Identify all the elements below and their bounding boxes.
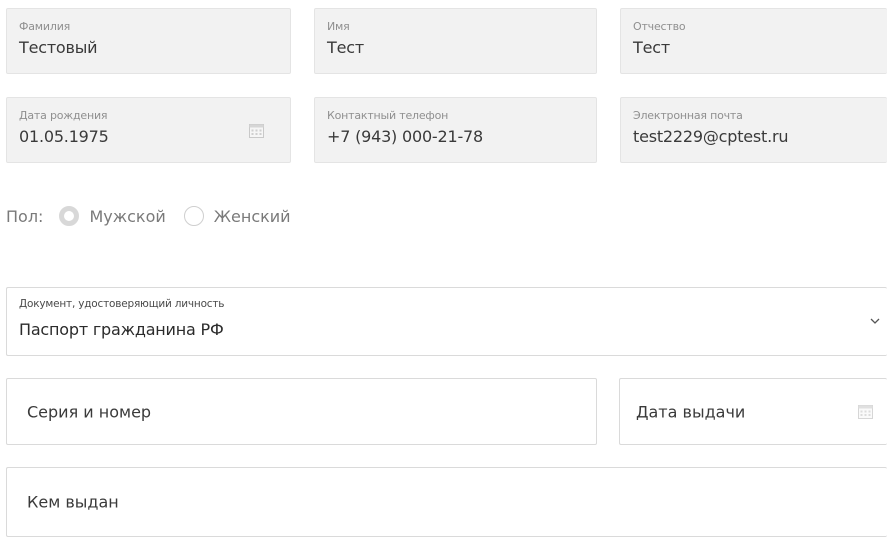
issued-by-input[interactable]: Кем выдан [6, 467, 887, 537]
email-label: Электронная почта [633, 109, 743, 122]
issued-by-placeholder: Кем выдан [27, 492, 119, 512]
patronymic-field[interactable]: Отчество Тест [620, 8, 887, 74]
document-type-label: Документ, удостоверяющий личность [19, 298, 225, 310]
series-number-input[interactable]: Серия и номер [6, 378, 597, 445]
calendar-icon[interactable] [249, 123, 264, 138]
gender-option-male[interactable]: Мужской [59, 206, 166, 226]
issue-date-placeholder: Дата выдачи [636, 402, 746, 421]
calendar-icon[interactable] [858, 404, 873, 419]
phone-label: Контактный телефон [327, 109, 449, 122]
document-type-select[interactable]: Документ, удостоверяющий личность Паспор… [6, 287, 887, 356]
email-field[interactable]: Электронная почта test2229@cptest.ru [620, 97, 887, 163]
gender-option-female-label: Женский [213, 206, 291, 226]
email-value: test2229@cptest.ru [633, 127, 789, 146]
gender-option-female[interactable]: Женский [183, 206, 291, 226]
radio-unselected-icon[interactable] [183, 206, 204, 226]
radio-selected-icon[interactable] [59, 206, 80, 226]
first-name-label: Имя [327, 20, 350, 33]
last-name-label: Фамилия [19, 20, 71, 33]
document-type-value: Паспорт гражданина РФ [19, 320, 224, 339]
gender-group: Пол: Мужской Женский [6, 206, 309, 226]
first-name-field[interactable]: Имя Тест [314, 8, 597, 74]
birth-date-value: 01.05.1975 [19, 127, 109, 146]
gender-option-male-label: Мужской [89, 206, 166, 226]
birth-date-field[interactable]: Дата рождения 01.05.1975 [6, 97, 291, 163]
patronymic-value: Тест [633, 38, 670, 57]
birth-date-label: Дата рождения [19, 109, 108, 122]
last-name-field[interactable]: Фамилия Тестовый [6, 8, 291, 74]
first-name-value: Тест [327, 38, 364, 57]
chevron-down-icon[interactable] [869, 315, 881, 327]
last-name-value: Тестовый [19, 38, 98, 57]
phone-field[interactable]: Контактный телефон +7 (943) 000-21-78 [314, 97, 597, 163]
issue-date-input[interactable]: Дата выдачи [619, 378, 887, 445]
gender-label: Пол: [6, 206, 44, 226]
patronymic-label: Отчество [633, 20, 686, 33]
series-number-placeholder: Серия и номер [27, 402, 152, 421]
phone-value: +7 (943) 000-21-78 [327, 127, 483, 146]
